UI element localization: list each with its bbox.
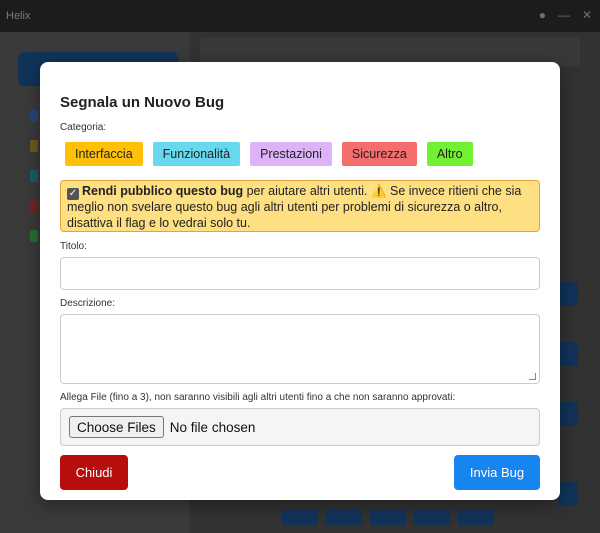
description-textarea[interactable] [60, 314, 540, 384]
category-label: Categoria: [60, 122, 107, 133]
category-interfaccia[interactable]: Interfaccia [65, 142, 143, 166]
file-status: No file chosen [169, 419, 256, 435]
modal-title: Segnala un Nuovo Bug [60, 94, 225, 111]
title-label: Titolo: [60, 241, 87, 252]
category-sicurezza[interactable]: Sicurezza [341, 142, 417, 166]
description-label: Descrizione: [60, 298, 116, 309]
category-list: Interfaccia Funzionalità Prestazioni Sic… [65, 142, 473, 166]
resize-handle-icon[interactable] [529, 373, 536, 380]
close-button[interactable]: Chiudi [60, 455, 128, 490]
warning-icon: ⚠️ [370, 184, 387, 198]
public-bug-text-1: per aiutare altri utenti. [243, 184, 371, 198]
choose-files-button[interactable]: Choose Files [69, 416, 164, 438]
bug-report-modal: Segnala un Nuovo Bug Categoria: Interfac… [40, 62, 560, 500]
attachments-label: Allega File (fino a 3), non saranno visi… [60, 392, 456, 403]
public-bug-notice: ✓ Rendi pubblico questo bug per aiutare a… [60, 180, 540, 232]
public-bug-bold-text: Rendi pubblico questo bug [82, 184, 244, 198]
category-prestazioni[interactable]: Prestazioni [250, 142, 332, 166]
public-bug-checkbox[interactable]: ✓ [67, 188, 79, 200]
category-altro[interactable]: Altro [426, 142, 473, 166]
title-input[interactable] [60, 257, 540, 290]
file-input[interactable]: Choose Files No file chosen [60, 408, 540, 446]
send-bug-button[interactable]: Invia Bug [454, 455, 540, 490]
category-funzionalita[interactable]: Funzionalità [152, 142, 241, 166]
